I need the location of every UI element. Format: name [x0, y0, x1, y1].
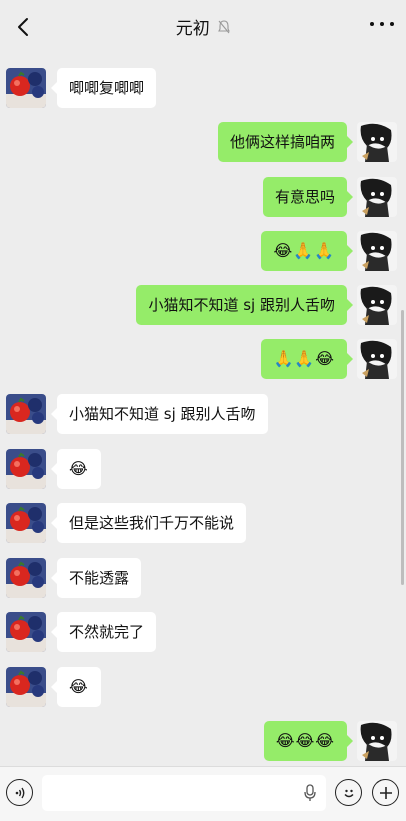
message-row: 😂🙏🙏: [0, 231, 406, 271]
message-bubble-outgoing[interactable]: 有意思吗: [262, 177, 354, 217]
contact-avatar[interactable]: [6, 394, 46, 434]
contact-avatar[interactable]: [6, 667, 46, 707]
message-bubble-outgoing[interactable]: 他俩这样搞咱两: [217, 122, 354, 162]
voice-button[interactable]: [6, 779, 33, 806]
my-avatar[interactable]: [357, 721, 397, 761]
message-row: 不然就完了: [0, 612, 406, 652]
contact-name: 元初: [175, 19, 210, 39]
message-bubble-incoming[interactable]: 😂: [51, 667, 101, 707]
contact-avatar[interactable]: [6, 68, 46, 108]
my-avatar[interactable]: [357, 339, 397, 379]
mute-bell-icon: [218, 19, 231, 39]
top-bar: 元初: [0, 0, 406, 52]
contact-avatar[interactable]: [6, 503, 46, 543]
message-bubble-incoming[interactable]: 小猫知不知道 sj 跟别人舌吻: [51, 394, 268, 434]
chat-title: 元初: [0, 14, 406, 39]
message-row: 小猫知不知道 sj 跟别人舌吻: [0, 394, 406, 434]
message-bubble-outgoing[interactable]: 🙏🙏😂: [261, 339, 353, 379]
message-row: 不能透露: [0, 558, 406, 598]
message-row: 唧唧复唧唧: [0, 68, 406, 108]
message-bubble-incoming[interactable]: 不能透露: [50, 558, 142, 598]
plus-circle-icon: [379, 786, 392, 799]
message-row: 但是这些我们千万不能说: [0, 503, 406, 543]
message-bubble-outgoing[interactable]: 😂😂😂: [263, 721, 354, 761]
message-row: 他俩这样搞咱两: [0, 122, 406, 162]
message-bubble-incoming[interactable]: 不然就完了: [50, 612, 157, 652]
chat-area: 唧唧复唧唧 他俩这样搞咱两 有意思吗 😂🙏🙏 小猫知不知道 sj 跟别人舌吻 🙏…: [0, 0, 406, 766]
my-avatar[interactable]: [357, 231, 397, 271]
message-bubble-incoming[interactable]: 唧唧复唧唧: [50, 68, 157, 108]
message-row: 小猫知不知道 sj 跟别人舌吻: [0, 285, 406, 325]
scrollbar[interactable]: [401, 310, 404, 585]
message-input[interactable]: [42, 775, 326, 811]
contact-avatar[interactable]: [6, 449, 46, 489]
my-avatar[interactable]: [357, 122, 397, 162]
message-bubble-incoming[interactable]: 😂: [51, 449, 101, 489]
emoji-button[interactable]: [335, 779, 362, 806]
contact-avatar[interactable]: [6, 612, 46, 652]
input-bar: [0, 766, 406, 821]
message-bubble-outgoing[interactable]: 小猫知不知道 sj 跟别人舌吻: [136, 285, 353, 325]
add-button[interactable]: [372, 779, 399, 806]
message-row: 🙏🙏😂: [0, 339, 406, 379]
my-avatar[interactable]: [357, 285, 397, 325]
mic-icon[interactable]: [304, 784, 316, 802]
more-dots-icon: [370, 22, 374, 26]
voice-icon: [15, 787, 24, 798]
message-row: 😂: [0, 449, 406, 489]
my-avatar[interactable]: [357, 177, 397, 217]
message-row: 😂: [0, 667, 406, 707]
message-row: 有意思吗: [0, 177, 406, 217]
message-bubble-incoming[interactable]: 但是这些我们千万不能说: [50, 503, 247, 543]
contact-avatar[interactable]: [6, 558, 46, 598]
message-bubble-outgoing[interactable]: 😂🙏🙏: [261, 231, 353, 271]
more-button[interactable]: [370, 18, 394, 30]
message-row: 😂😂😂: [0, 721, 406, 761]
emoji-icon: [343, 789, 354, 797]
